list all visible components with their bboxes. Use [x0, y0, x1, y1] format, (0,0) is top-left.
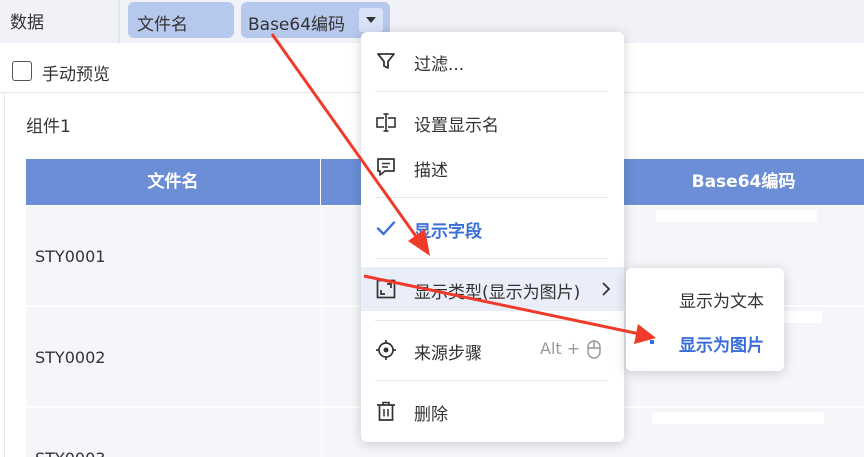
display-type-submenu: 显示为文本 显示为图片 — [626, 268, 784, 371]
menu-item-label: 来源步骤 — [414, 344, 482, 364]
cell-divider — [321, 307, 322, 406]
menu-item-label: 设置显示名 — [414, 116, 499, 136]
cell-divider — [321, 206, 322, 305]
menu-item-source-step[interactable]: 来源步骤 Alt + — [361, 328, 624, 372]
data-bar-divider — [118, 0, 120, 43]
comment-icon — [377, 158, 395, 176]
field-chip-label: Base64编码 — [248, 15, 346, 35]
manual-preview-checkbox[interactable] — [12, 61, 32, 81]
caret-down-icon — [366, 17, 376, 23]
mouse-icon — [587, 340, 601, 359]
menu-item-show-field[interactable]: 显示字段 — [361, 206, 624, 250]
menu-item-label: 显示字段 — [414, 222, 482, 242]
rename-icon — [376, 113, 396, 132]
submenu-item-label: 显示为图片 — [679, 336, 764, 356]
menu-item-label: 过滤... — [414, 55, 465, 75]
data-label: 数据 — [10, 13, 44, 33]
check-icon — [376, 221, 396, 236]
column-header-filename[interactable]: 文件名 — [26, 159, 321, 205]
filter-icon — [377, 53, 395, 69]
cell-filename: STY0002 — [35, 348, 106, 367]
menu-separator — [375, 258, 608, 259]
cell-filename: STY0001 — [35, 247, 106, 266]
component-title: 组件1 — [26, 117, 71, 137]
target-icon — [376, 340, 396, 360]
field-chip-label: 文件名 — [137, 15, 188, 35]
cell-filename: STY0003 — [35, 449, 105, 457]
submenu-item-label: 显示为文本 — [679, 292, 764, 312]
manual-preview-label: 手动预览 — [42, 65, 110, 85]
chip-dropdown-button[interactable] — [359, 8, 383, 32]
menu-item-display-type[interactable]: 显示类型(显示为图片) — [361, 267, 624, 311]
field-chip-filename[interactable]: 文件名 — [128, 2, 234, 38]
menu-separator — [375, 197, 608, 198]
column-context-menu: 过滤... 设置显示名 描述 显示字段 显示类型(显示为图片) 来源步骤 Alt… — [361, 32, 624, 442]
image-preview — [652, 412, 824, 424]
menu-separator — [375, 320, 608, 321]
cell-divider — [321, 408, 322, 457]
menu-item-filter[interactable]: 过滤... — [361, 39, 624, 83]
expand-icon — [376, 279, 396, 299]
menu-item-delete[interactable]: 删除 — [361, 389, 624, 433]
menu-separator — [375, 91, 608, 92]
menu-item-set-display-name[interactable]: 设置显示名 — [361, 100, 624, 144]
image-preview — [656, 210, 817, 222]
submenu-item-show-as-image[interactable]: 显示为图片 — [626, 322, 784, 362]
trash-icon — [377, 401, 395, 421]
menu-item-label: 显示类型(显示为图片) — [414, 283, 581, 303]
selected-dot-icon — [650, 340, 654, 344]
submenu-item-show-as-text[interactable]: 显示为文本 — [626, 278, 784, 318]
menu-separator — [375, 380, 608, 381]
menu-item-label: 描述 — [414, 161, 448, 181]
column-header-base64[interactable]: Base64编码 — [623, 159, 864, 205]
chevron-right-icon — [602, 282, 611, 296]
panel-border — [4, 92, 5, 457]
menu-item-description[interactable]: 描述 — [361, 145, 624, 189]
menu-item-label: 删除 — [414, 405, 448, 425]
menu-item-shortcut: Alt + — [540, 339, 581, 358]
